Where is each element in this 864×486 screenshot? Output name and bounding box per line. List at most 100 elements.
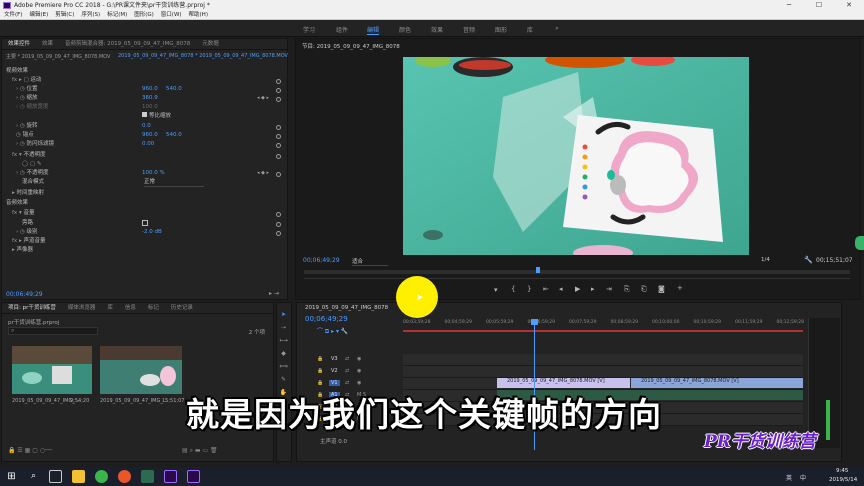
opacity-keyframe-nav-icon[interactable]: ◂ ◆ ▸ [257, 170, 269, 176]
menu-edit[interactable]: 编辑(E) [29, 11, 48, 20]
position-x-value[interactable]: 960.0 [142, 85, 158, 93]
channel-volume-effect[interactable]: fx ▸ 声道音量 [12, 237, 45, 245]
effect-controls-timecode[interactable]: 00;06;49;29 [6, 291, 43, 298]
file-explorer-icon[interactable] [72, 470, 85, 483]
opacity-value[interactable]: 100.0 % [142, 169, 165, 177]
close-button[interactable]: ✕ [834, 0, 864, 11]
track-sync-icon[interactable]: ⇄ [345, 380, 349, 386]
timeline-ruler[interactable]: 00;03;59;28 00;04;59;29 00;05;59;29 00;06;5… [403, 318, 804, 330]
rotation-reset-icon[interactable] [276, 125, 281, 130]
mask-tools[interactable]: ◯ ▢ ✎ [22, 160, 41, 168]
tab-markers[interactable]: 标记 [142, 303, 165, 314]
step-back-icon[interactable]: ◂ [559, 285, 563, 293]
timeline-clip-v1-a[interactable]: 2019_05_09_09_47_IMG_8078.MOV [V] [497, 378, 630, 388]
play-icon[interactable]: ▶ [575, 285, 580, 293]
tab-metadata[interactable]: 元数据 [196, 39, 225, 50]
taskbar-time[interactable]: 9:45 [836, 468, 848, 474]
program-timecode[interactable]: 00;06;49;29 [303, 257, 340, 264]
bypass-reset-icon[interactable] [276, 222, 281, 227]
position-reset-icon[interactable] [276, 88, 281, 93]
uniform-scale-checkbox[interactable]: 等比缩放 [142, 112, 171, 120]
track-select-tool-icon[interactable]: ⇢ [279, 323, 288, 332]
track-eye-icon[interactable]: ◉ [357, 356, 361, 362]
timeline-snap-tools[interactable]: ⌒ ⧉ ▸ ▾ 🔧 [317, 326, 348, 336]
task-view-icon[interactable] [49, 470, 62, 483]
motion-reset-icon[interactable] [276, 79, 281, 84]
workspace-editing[interactable]: 编辑 [367, 25, 380, 35]
app-icon-green[interactable] [141, 470, 154, 483]
position-y-value[interactable]: 540.0 [166, 85, 182, 93]
opacity-effect[interactable]: fx ▾ 不透明度 [12, 151, 45, 159]
flicker-value[interactable]: 0.00 [142, 140, 154, 148]
minimize-button[interactable]: ─ [774, 0, 804, 11]
wechat-icon[interactable] [95, 470, 108, 483]
program-playhead[interactable] [536, 267, 540, 273]
tray-input-english[interactable]: 英 [786, 473, 792, 482]
volume-reset-icon[interactable] [276, 212, 281, 217]
menu-marker[interactable]: 标记(M) [107, 11, 127, 20]
project-thumbnail-1[interactable] [12, 346, 92, 394]
track-label[interactable]: V3 [329, 356, 340, 362]
windows-start-icon[interactable]: ⊞ [5, 470, 18, 483]
premiere-taskbar-icon-1[interactable] [164, 470, 177, 483]
step-forward-icon[interactable]: ▸ [591, 285, 595, 293]
workspace-effects[interactable]: 效果 [431, 25, 443, 34]
menu-file[interactable]: 文件(F) [4, 11, 22, 20]
premiere-taskbar-icon-2[interactable] [187, 470, 200, 483]
ripple-edit-tool-icon[interactable]: ⟷ [279, 336, 288, 345]
menu-window[interactable]: 窗口(W) [161, 11, 182, 20]
mark-in-icon[interactable]: { [511, 285, 515, 293]
tray-input-chinese[interactable]: 中 [800, 473, 806, 482]
go-to-out-icon[interactable]: ⇥ [606, 285, 612, 293]
menu-graphics[interactable]: 图形(G) [134, 11, 154, 20]
workspace-assembly[interactable]: 组件 [336, 25, 348, 34]
workspace-libraries[interactable]: 库 [527, 25, 533, 34]
rotation-value[interactable]: 0.0 [142, 122, 151, 130]
volume-effect[interactable]: fx ▾ 音量 [12, 209, 34, 217]
track-lock-icon[interactable]: 🔒 [317, 380, 323, 386]
timeline-clip-v1-b[interactable]: 2019_05_09_09_47_IMG_8078.MOV [V] [631, 378, 803, 388]
go-to-in-icon[interactable]: ⇤ [543, 285, 549, 293]
workspace-color[interactable]: 颜色 [399, 25, 411, 34]
track-sync-icon[interactable]: ⇄ [345, 368, 349, 374]
timeline-playhead-handle[interactable] [531, 319, 538, 325]
blend-mode-select[interactable]: 正常 [144, 178, 204, 187]
track-sync-icon[interactable]: ⇄ [345, 356, 349, 362]
tab-audio-clip-mixer[interactable]: 音频剪辑混合器: 2019_05_09_09_47_IMG_8078 [59, 39, 196, 50]
timeline-track-v2[interactable] [403, 366, 803, 378]
firefox-icon[interactable] [118, 470, 131, 483]
workspace-learn[interactable]: 学习 [303, 25, 315, 34]
scale-keyframe-nav-icon[interactable]: ◂ ◆ ▸ [257, 95, 269, 101]
program-monitor-title[interactable]: 节目: 2019_05_09_09_47_IMG_8078 [302, 42, 400, 50]
anchor-reset-icon[interactable] [276, 134, 281, 139]
timeline-sequence-tab[interactable]: 2019_05_09_09_47_IMG_8078 [305, 305, 388, 311]
anchor-y-value[interactable]: 540.0 [166, 131, 182, 139]
master-clip-label[interactable]: 主要 * 2019_05_09_09_47_IMG_8078.MOV [6, 53, 110, 60]
mark-out-icon[interactable]: } [527, 285, 531, 293]
flicker-reset-icon[interactable] [276, 143, 281, 148]
tab-effect-controls[interactable]: 效果控件 [2, 39, 36, 50]
export-frame-icon[interactable]: ◙ [658, 285, 665, 293]
anchor-x-value[interactable]: 960.0 [142, 131, 158, 139]
program-video-frame[interactable] [403, 57, 749, 255]
taskbar-date[interactable]: 2019/5/14 [829, 477, 857, 483]
timeline-track-v3[interactable] [403, 354, 803, 366]
wrench-icon[interactable]: 🔧 [804, 256, 813, 264]
selection-tool-icon[interactable]: ➤ [279, 310, 288, 319]
track-lock-icon[interactable]: 🔒 [317, 356, 323, 362]
level-value[interactable]: -2.0 dB [142, 228, 162, 236]
bypass-checkbox[interactable] [142, 220, 148, 226]
razor-tool-icon[interactable]: ◆ [279, 349, 288, 358]
time-remap-effect[interactable]: ▸ 时间重映射 [12, 189, 44, 197]
sequence-clip-label[interactable]: 2019_05_09_09_47_IMG_8078 * 2019_05_09_0… [118, 53, 288, 59]
track-eye-icon[interactable]: ◉ [357, 368, 361, 374]
project-search-input[interactable]: ⌕ [8, 327, 98, 335]
workspace-audio[interactable]: 音频 [463, 25, 475, 34]
scale-reset-icon[interactable] [276, 97, 281, 102]
project-view-controls[interactable]: 🔒 ☰ ▦ ▢ ○── [8, 447, 52, 454]
tab-effects[interactable]: 效果 [36, 39, 59, 50]
tab-history[interactable]: 历史记录 [165, 303, 199, 314]
tab-media-browser[interactable]: 媒体浏览器 [62, 303, 102, 314]
program-scrub-bar[interactable] [304, 267, 850, 274]
pen-tool-icon[interactable]: ✎ [279, 375, 288, 384]
